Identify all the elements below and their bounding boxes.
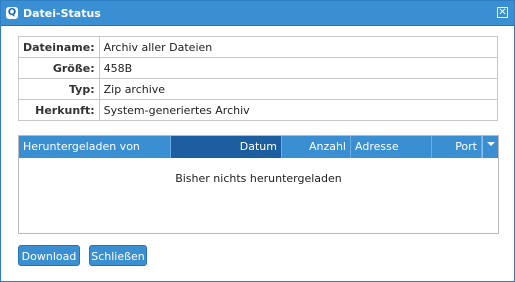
column-header-port[interactable]: Port [432, 136, 482, 158]
info-row-filename: Dateiname: Archiv aller Dateien [18, 36, 499, 58]
download-button[interactable]: Download [18, 245, 80, 266]
downloads-grid-header: Heruntergeladen von Datum Anzahl Adresse… [19, 136, 498, 158]
info-label: Dateiname: [18, 36, 100, 58]
dialog-title: Datei-Status [23, 6, 101, 20]
info-row-type: Typ: Zip archive [18, 78, 499, 100]
info-label: Typ: [18, 78, 100, 100]
empty-state-text: Bisher nichts heruntergeladen [175, 172, 342, 185]
column-header-downloaded-by[interactable]: Heruntergeladen von [19, 136, 171, 158]
dialog-titlebar[interactable]: Q Datei-Status ✕ [1, 1, 514, 26]
column-header-address[interactable]: Adresse [351, 136, 432, 158]
column-header-date[interactable]: Datum [171, 136, 282, 158]
close-icon[interactable]: ✕ [497, 7, 508, 18]
info-value: System-generiertes Archiv [98, 99, 499, 121]
file-info-table: Dateiname: Archiv aller Dateien Größe: 4… [18, 36, 499, 121]
info-value: Archiv aller Dateien [98, 36, 499, 58]
column-menu-dropdown-icon[interactable] [482, 136, 498, 158]
column-header-count[interactable]: Anzahl [282, 136, 351, 158]
info-value: 458B [98, 57, 499, 79]
downloads-grid: Heruntergeladen von Datum Anzahl Adresse… [18, 135, 499, 234]
close-button[interactable]: Schließen [89, 245, 147, 266]
file-info-section: Dateiname: Archiv aller Dateien Größe: 4… [18, 36, 499, 121]
file-status-dialog: Q Datei-Status ✕ Dateiname: Archiv aller… [0, 0, 515, 282]
info-row-origin: Herkunft: System-generiertes Archiv [18, 99, 499, 121]
info-value: Zip archive [98, 78, 499, 100]
info-label: Herkunft: [18, 99, 100, 121]
info-row-size: Größe: 458B [18, 57, 499, 79]
app-logo-icon: Q [6, 7, 18, 19]
info-label: Größe: [18, 57, 100, 79]
